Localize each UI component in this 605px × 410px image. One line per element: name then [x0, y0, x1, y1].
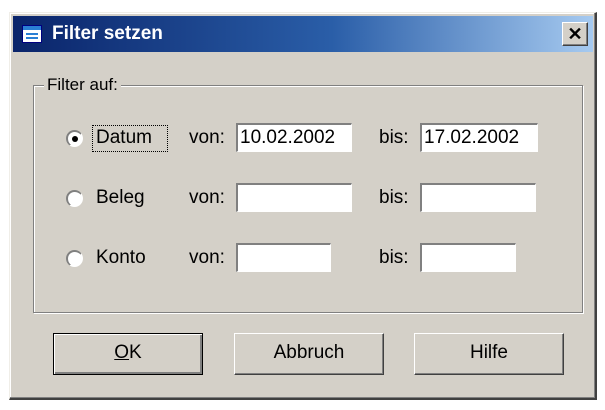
datum-from-label: von:	[189, 127, 225, 148]
konto-from-label: von:	[189, 247, 225, 268]
filter-groupbox: Filter auf: Datum von: 10.02.2002 bis: 1…	[33, 75, 583, 313]
ok-label-rest: K	[129, 342, 142, 363]
konto-from-field[interactable]	[236, 243, 331, 272]
dialog-title: Filter setzen	[52, 23, 163, 44]
radio-konto[interactable]	[66, 250, 83, 267]
datum-to-label: bis:	[379, 127, 409, 148]
radio-label-konto[interactable]: Konto	[96, 247, 146, 269]
beleg-from-label: von:	[189, 187, 225, 208]
radio-datum[interactable]	[66, 130, 83, 147]
cancel-button[interactable]: Abbruch	[234, 333, 384, 375]
radio-beleg[interactable]	[66, 190, 83, 207]
konto-to-label: bis:	[379, 247, 409, 268]
datum-from-field[interactable]: 10.02.2002	[236, 123, 352, 152]
close-button[interactable]: ✕	[562, 22, 588, 46]
help-button[interactable]: Hilfe	[414, 333, 564, 375]
radio-label-datum[interactable]: Datum	[96, 127, 152, 149]
datum-to-field[interactable]: 17.02.2002	[420, 123, 538, 152]
ok-mnemonic: O	[114, 342, 130, 363]
beleg-to-field[interactable]	[420, 183, 536, 212]
title-bar[interactable]: Filter setzen ✕	[13, 16, 593, 52]
radio-label-beleg[interactable]: Beleg	[96, 187, 145, 209]
filter-dialog: Filter setzen ✕ Filter auf: Datum von: 1…	[9, 12, 597, 400]
beleg-from-field[interactable]	[236, 183, 352, 212]
radio-selected-dot	[72, 136, 78, 142]
beleg-to-label: bis:	[379, 187, 409, 208]
group-label: Filter auf:	[44, 75, 121, 95]
konto-to-field[interactable]	[420, 243, 516, 272]
form-icon	[22, 25, 42, 43]
ok-button[interactable]: OK	[53, 333, 203, 375]
close-icon: ✕	[567, 24, 583, 44]
